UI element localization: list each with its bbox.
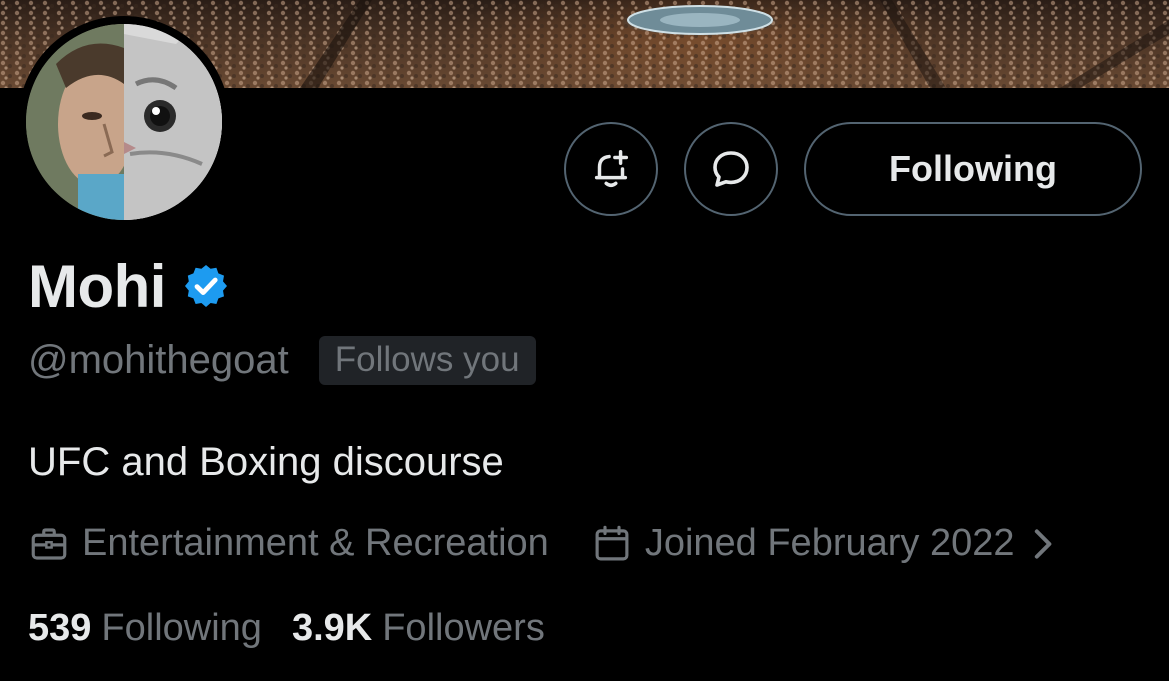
follows-you-badge: Follows you — [318, 336, 536, 385]
followers-stat-label: Followers — [382, 607, 545, 649]
profile-stats: 539 Following 3.9K Followers — [28, 607, 545, 650]
profile-avatar[interactable] — [18, 16, 230, 228]
bell-plus-icon — [594, 150, 629, 188]
profile-page: Following Mohi @mohithegoat Follows you … — [0, 0, 1169, 681]
category-label: Entertainment & Recreation — [82, 522, 549, 564]
handle-row: @mohithegoat Follows you — [28, 336, 536, 385]
followers-stat[interactable]: 3.9K Followers — [292, 607, 545, 650]
notifications-button[interactable] — [564, 122, 658, 216]
following-count: 539 — [28, 607, 92, 649]
joined-label: Joined February 2022 — [644, 522, 1015, 564]
followers-count: 3.9K — [291, 607, 373, 649]
name-row: Mohi — [28, 252, 230, 321]
category-item: Entertainment & Recreation — [28, 522, 549, 565]
message-button[interactable] — [684, 122, 778, 216]
profile-bio: UFC and Boxing discourse — [28, 440, 504, 484]
verified-badge-icon[interactable] — [182, 262, 230, 315]
following-button[interactable]: Following — [804, 122, 1142, 216]
briefcase-icon — [31, 527, 67, 560]
display-name: Mohi — [28, 253, 166, 320]
message-bubble-icon — [713, 151, 749, 187]
avatar-image — [26, 24, 222, 220]
joined-item[interactable]: Joined February 2022 — [591, 522, 1067, 565]
chevron-right-icon — [1034, 528, 1051, 559]
following-stat[interactable]: 539 Following — [28, 607, 262, 650]
following-stat-label: Following — [101, 607, 262, 649]
profile-meta: Entertainment & Recreation Joined Februa… — [28, 522, 1067, 565]
user-handle: @mohithegoat — [28, 338, 289, 382]
calendar-icon — [595, 525, 629, 560]
